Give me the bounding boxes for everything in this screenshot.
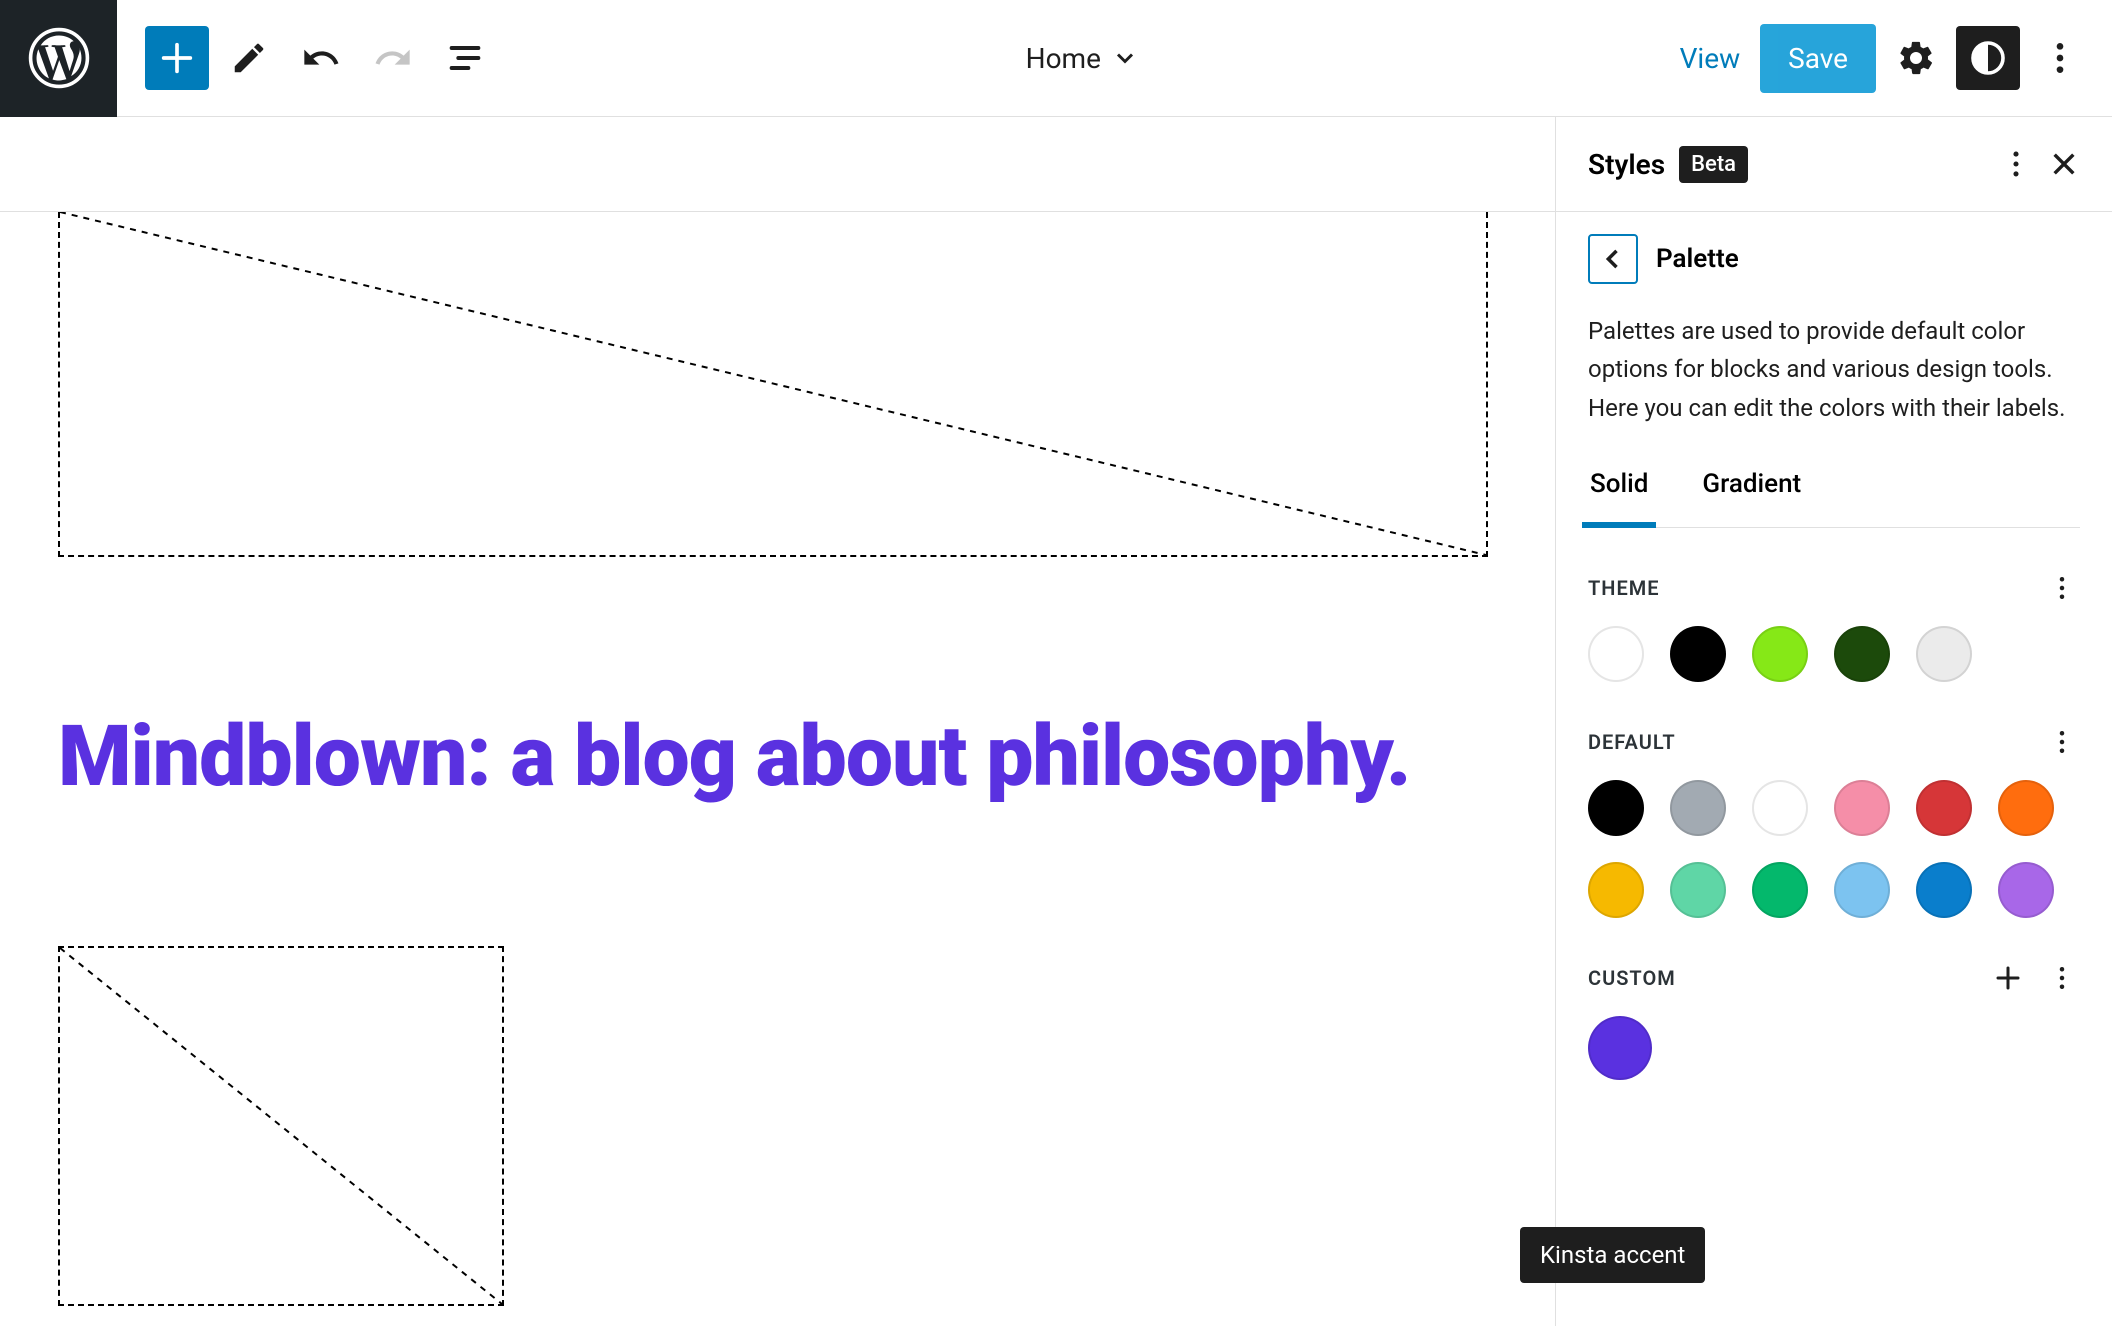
theme-more-button[interactable]: [2044, 570, 2080, 606]
block-inserter-button[interactable]: [145, 26, 209, 90]
custom-swatch-0[interactable]: [1588, 1016, 1652, 1080]
palette-title: Palette: [1656, 244, 1739, 274]
workspace: Mindblown: a blog about philosophy. Styl…: [0, 117, 2112, 1326]
default-swatch-10[interactable]: [1916, 862, 1972, 918]
palette-description: Palettes are used to provide default col…: [1588, 312, 2080, 427]
palette-tabs: Solid Gradient: [1588, 455, 2080, 528]
sidebar-header: Styles Beta: [1556, 117, 2112, 212]
default-swatch-8[interactable]: [1752, 862, 1808, 918]
styles-sidebar: Styles Beta Palette Palettes are used to…: [1556, 117, 2112, 1326]
top-toolbar: Home View Save: [0, 0, 2112, 117]
default-swatch-11[interactable]: [1998, 862, 2054, 918]
add-custom-button[interactable]: [1990, 960, 2026, 996]
custom-section-head: CUSTOM: [1588, 960, 2080, 996]
custom-swatches: [1588, 1016, 2080, 1080]
close-sidebar-button[interactable]: [2040, 140, 2088, 188]
default-swatch-6[interactable]: [1588, 862, 1644, 918]
toolbar-right: View Save: [1668, 24, 2092, 93]
default-swatch-3[interactable]: [1834, 780, 1890, 836]
beta-badge: Beta: [1679, 146, 1748, 183]
wordpress-logo[interactable]: [0, 0, 117, 117]
list-view-button[interactable]: [433, 26, 497, 90]
placeholder-block-1[interactable]: [58, 212, 1488, 557]
redo-button[interactable]: [361, 26, 425, 90]
page-heading[interactable]: Mindblown: a blog about philosophy.: [58, 707, 1535, 806]
theme-swatch-0[interactable]: [1588, 626, 1644, 682]
settings-button[interactable]: [1884, 26, 1948, 90]
default-more-button[interactable]: [2044, 724, 2080, 760]
custom-label: CUSTOM: [1588, 966, 1676, 990]
default-swatches: [1588, 780, 2080, 918]
save-button[interactable]: Save: [1760, 24, 1876, 93]
view-link[interactable]: View: [1668, 42, 1753, 75]
theme-swatch-2[interactable]: [1752, 626, 1808, 682]
placeholder-block-2[interactable]: [58, 946, 504, 1306]
template-label: Home: [1026, 42, 1101, 75]
palette-header: Palette: [1588, 234, 2080, 284]
default-swatch-5[interactable]: [1998, 780, 2054, 836]
theme-swatches: [1588, 626, 2080, 682]
undo-button[interactable]: [289, 26, 353, 90]
default-swatch-4[interactable]: [1916, 780, 1972, 836]
tab-gradient[interactable]: Gradient: [1700, 455, 1803, 527]
theme-swatch-3[interactable]: [1834, 626, 1890, 682]
tab-solid[interactable]: Solid: [1588, 455, 1650, 527]
toolbar-left: [117, 26, 497, 90]
theme-label: THEME: [1588, 576, 1660, 600]
editor-canvas[interactable]: Mindblown: a blog about philosophy.: [0, 117, 1556, 1326]
canvas-sub-header: [0, 117, 1555, 212]
default-label: DEFAULT: [1588, 730, 1676, 754]
default-swatch-0[interactable]: [1588, 780, 1644, 836]
sidebar-more-button[interactable]: [1992, 140, 2040, 188]
template-dropdown[interactable]: Home: [497, 42, 1668, 75]
custom-more-button[interactable]: [2044, 960, 2080, 996]
sidebar-body: Palette Palettes are used to provide def…: [1556, 212, 2112, 1102]
back-button[interactable]: [1588, 234, 1638, 284]
chevron-left-icon: [1599, 245, 1627, 273]
more-options-button[interactable]: [2028, 26, 2092, 90]
edit-button[interactable]: [217, 26, 281, 90]
default-section-head: DEFAULT: [1588, 724, 2080, 760]
chevron-down-icon: [1111, 44, 1139, 72]
sidebar-title: Styles: [1588, 148, 1665, 181]
default-swatch-9[interactable]: [1834, 862, 1890, 918]
styles-button[interactable]: [1956, 26, 2020, 90]
default-swatch-7[interactable]: [1670, 862, 1726, 918]
theme-swatch-1[interactable]: [1670, 626, 1726, 682]
swatch-tooltip: Kinsta accent: [1520, 1227, 1705, 1283]
default-swatch-2[interactable]: [1752, 780, 1808, 836]
default-swatch-1[interactable]: [1670, 780, 1726, 836]
theme-swatch-4[interactable]: [1916, 626, 1972, 682]
theme-section-head: THEME: [1588, 570, 2080, 606]
